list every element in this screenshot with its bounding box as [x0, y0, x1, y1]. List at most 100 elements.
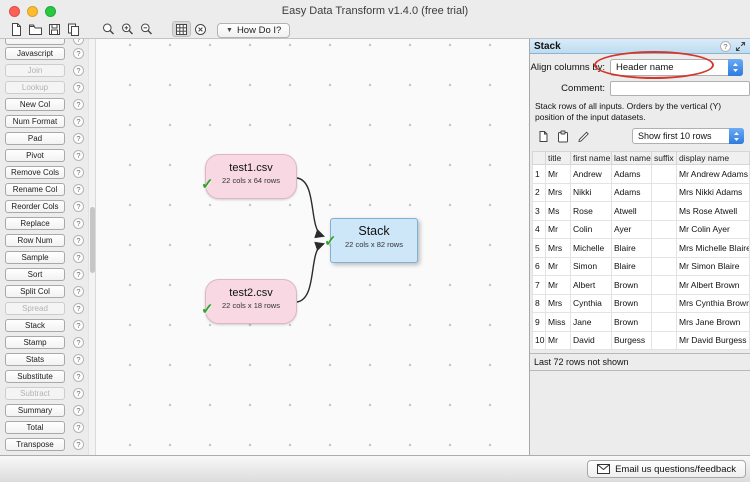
transform-button-stack[interactable]: Stack [5, 319, 65, 332]
zoom-in-button[interactable] [118, 21, 137, 37]
node-test1-csv[interactable]: ✓ test1.csv 22 cols x 64 rows [205, 154, 297, 199]
help-icon[interactable]: ? [73, 354, 84, 365]
table-row: 6MrSimonBlaireMr Simon Blaire [533, 257, 750, 276]
help-icon[interactable]: ? [73, 133, 84, 144]
zoom-fit-button[interactable] [99, 21, 118, 37]
transform-button-javascript[interactable]: Javascript [5, 47, 65, 60]
transform-button-join[interactable]: Join [5, 64, 65, 77]
help-icon[interactable]: ? [73, 422, 84, 433]
help-icon[interactable]: ? [73, 116, 84, 127]
transform-button-transpose[interactable]: Transpose [5, 438, 65, 451]
pencil-icon [577, 130, 590, 143]
table-row: 1MrAndrewAdamsMr Andrew Adams [533, 165, 750, 184]
copy-to-clipboard-button[interactable] [554, 128, 572, 144]
help-icon[interactable]: ? [73, 371, 84, 382]
show-rows-value: Show first 10 rows [638, 131, 712, 141]
help-icon[interactable]: ? [73, 405, 84, 416]
email-feedback-button[interactable]: Email us questions/feedback [587, 460, 746, 478]
help-icon[interactable]: ? [73, 320, 84, 331]
align-columns-value: Header name [616, 62, 674, 73]
transform-button-pivot[interactable]: Pivot [5, 149, 65, 162]
transform-sidebar: ? Javascript? Join? Lookup? New Col? Num… [0, 39, 88, 455]
node-test2-csv[interactable]: ✓ test2.csv 22 cols x 18 rows [205, 279, 297, 324]
grid-toggle-button[interactable] [172, 21, 191, 37]
help-icon[interactable]: ? [73, 218, 84, 229]
save-button[interactable] [45, 21, 64, 37]
help-icon[interactable]: ? [73, 337, 84, 348]
show-rows-select[interactable]: Show first 10 rows [632, 128, 744, 144]
scrollbar-thumb[interactable] [90, 207, 95, 273]
transform-button-stats[interactable]: Stats [5, 353, 65, 366]
help-icon[interactable]: ? [73, 48, 84, 59]
transform-button-sort[interactable]: Sort [5, 268, 65, 281]
help-icon[interactable]: ? [73, 167, 84, 178]
transform-button-rename-col[interactable]: Rename Col [5, 183, 65, 196]
transform-button-lookup[interactable]: Lookup [5, 81, 65, 94]
export-button[interactable] [534, 128, 552, 144]
help-icon[interactable]: ? [73, 184, 84, 195]
table-row: 8MrsCynthiaBrownMrs Cynthia Brown [533, 294, 750, 313]
transform-button-total[interactable]: Total [5, 421, 65, 434]
panel-title: Stack [534, 41, 720, 52]
open-file-button[interactable] [26, 21, 45, 37]
document-icon [537, 130, 550, 143]
help-icon[interactable]: ? [73, 286, 84, 297]
sidebar-item-total: Total? [0, 419, 88, 436]
expand-panel-button[interactable] [735, 41, 746, 52]
transform-button-spread[interactable]: Spread [5, 302, 65, 315]
node-stack-selected[interactable]: ✓ Stack 22 cols x 82 rows [330, 218, 418, 263]
help-icon[interactable]: ? [73, 269, 84, 280]
help-icon[interactable]: ? [73, 388, 84, 399]
help-icon[interactable]: ? [73, 65, 84, 76]
transform-button-split-col[interactable]: Split Col [5, 285, 65, 298]
help-icon[interactable]: ? [73, 439, 84, 450]
new-file-button[interactable] [7, 21, 26, 37]
transform-button-replace[interactable]: Replace [5, 217, 65, 230]
transform-button-pad[interactable]: Pad [5, 132, 65, 145]
help-icon[interactable]: ? [720, 41, 731, 52]
help-icon[interactable]: ? [73, 252, 84, 263]
transform-button-summary[interactable]: Summary [5, 404, 65, 417]
sidebar-item-stats: Stats? [0, 351, 88, 368]
transform-button-row-num[interactable]: Row Num [5, 234, 65, 247]
transform-button-substitute[interactable]: Substitute [5, 370, 65, 383]
help-icon[interactable]: ? [73, 201, 84, 212]
workflow-canvas[interactable]: ✓ test1.csv 22 cols x 64 rows ✓ test2.cs… [96, 39, 529, 455]
help-icon[interactable]: ? [73, 303, 84, 314]
align-columns-select[interactable]: Header name [610, 59, 743, 76]
document-icon [9, 22, 24, 37]
sidebar-item-substitute: Substitute? [0, 368, 88, 385]
help-icon[interactable]: ? [73, 82, 84, 93]
sidebar-item-new-col: New Col? [0, 96, 88, 113]
transform-button-partial[interactable] [5, 39, 65, 45]
copy-button[interactable] [64, 21, 83, 37]
help-icon[interactable]: ? [73, 99, 84, 110]
how-do-i-button[interactable]: ▼ How Do I? [217, 23, 290, 38]
transform-button-remove-cols[interactable]: Remove Cols [5, 166, 65, 179]
transform-button-num-format[interactable]: Num Format [5, 115, 65, 128]
help-icon[interactable]: ? [73, 235, 84, 246]
transform-button-stamp[interactable]: Stamp [5, 336, 65, 349]
column-header: first name [571, 152, 612, 165]
help-icon[interactable]: ? [73, 150, 84, 161]
folder-icon [28, 22, 43, 37]
preview-table: title first name last name suffix displa… [532, 151, 750, 350]
grid-icon [174, 22, 189, 37]
edit-button[interactable] [574, 128, 592, 144]
transform-button-subtract[interactable]: Subtract [5, 387, 65, 400]
sidebar-item-rename-col: Rename Col? [0, 181, 88, 198]
comment-input[interactable] [610, 81, 750, 96]
transform-button-sample[interactable]: Sample [5, 251, 65, 264]
sidebar-scrollbar[interactable] [88, 39, 96, 455]
rows-note: Last 72 rows not shown [530, 353, 750, 371]
sidebar-item-partial: ? [0, 39, 88, 45]
node-subtitle: 22 cols x 82 rows [331, 240, 417, 249]
sidebar-item-sort: Sort? [0, 266, 88, 283]
connector-edges [96, 39, 529, 455]
clear-canvas-button[interactable] [191, 21, 210, 37]
transform-button-new-col[interactable]: New Col [5, 98, 65, 111]
magnifier-icon [101, 22, 116, 37]
zoom-out-button[interactable] [137, 21, 156, 37]
transform-button-reorder-cols[interactable]: Reorder Cols [5, 200, 65, 213]
align-columns-label: Align columns by: [530, 62, 610, 73]
